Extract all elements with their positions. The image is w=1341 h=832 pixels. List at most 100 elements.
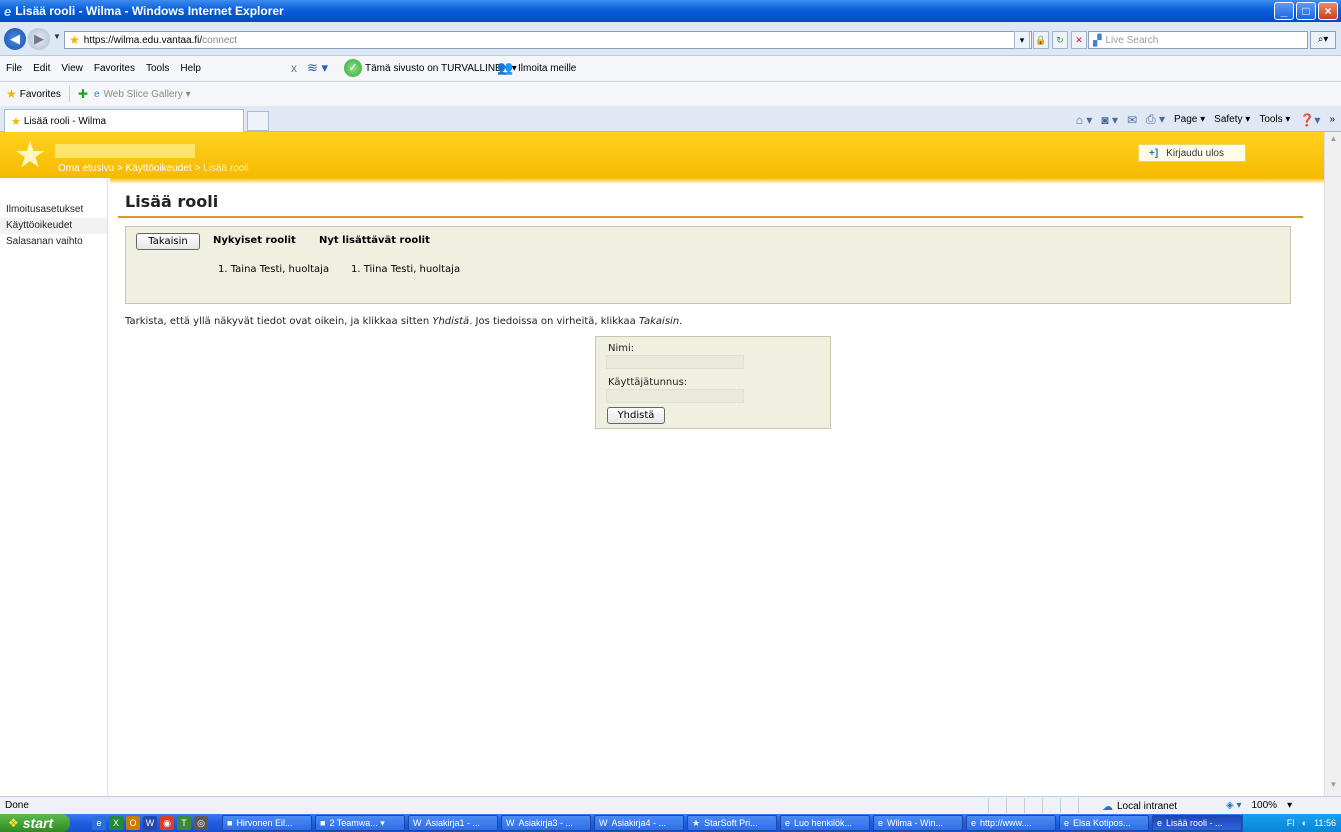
breadcrumb-home[interactable]: Oma etusivu: [58, 163, 114, 174]
taskbar-item[interactable]: e Wilma - Win...: [873, 815, 963, 831]
browser-quicklaunch-icon[interactable]: ◎: [194, 816, 208, 830]
ie-icon: e: [971, 818, 977, 828]
status-cell: [1024, 798, 1042, 813]
address-toolbar: ◀ ▶ ▼ ★ https://wilma.edu.vantaa.fi/conn…: [0, 22, 1341, 56]
stop-icon[interactable]: ✕: [1071, 31, 1087, 49]
new-roles-header: Nyt lisättävät roolit: [319, 235, 430, 246]
taskbar-item[interactable]: e http://www....: [966, 815, 1056, 831]
taskbar-item[interactable]: ■ 2 Teamwa... ▾: [315, 815, 405, 831]
favorites-button[interactable]: Favorites: [20, 89, 61, 100]
security-zone[interactable]: ☁ Local intranet: [1102, 800, 1177, 813]
zoom-dropdown-icon[interactable]: ▾: [1287, 800, 1292, 811]
address-input[interactable]: ★ https://wilma.edu.vantaa.fi/connect: [64, 31, 1032, 49]
outlook-quicklaunch-icon[interactable]: O: [126, 816, 140, 830]
logout-button[interactable]: +] Kirjaudu ulos: [1138, 144, 1246, 162]
search-icon[interactable]: ⌕▾: [1310, 31, 1336, 49]
menu-view[interactable]: View: [61, 63, 83, 74]
taskbar-item-label: Luo henkilök...: [794, 818, 853, 828]
status-cell: [1078, 798, 1096, 813]
back-arrow-icon[interactable]: ◀: [4, 28, 26, 50]
breadcrumb-separator-2: >: [194, 163, 201, 174]
forward-arrow-icon[interactable]: ▶: [28, 28, 50, 50]
safe-site-label[interactable]: Tämä sivusto on TURVALLINEN ▾: [365, 63, 517, 74]
chevron-more-icon[interactable]: »: [1329, 114, 1335, 125]
scroll-down-icon[interactable]: ▼: [1327, 780, 1340, 794]
menu-help[interactable]: Help: [180, 63, 201, 74]
favorites-separator: [68, 86, 70, 102]
app-quicklaunch-icon[interactable]: ◉: [160, 816, 174, 830]
taskbar-item-active[interactable]: e Lisää rooli - ...: [1152, 815, 1242, 831]
sidebar-item-access-rights[interactable]: Käyttöoikeudet: [0, 218, 107, 234]
report-link[interactable]: Ilmoita meille: [518, 63, 576, 74]
status-cell: [988, 798, 1006, 813]
zoom-control[interactable]: ◈ ▾ 100% ▾: [1226, 800, 1292, 811]
sidebar: Ilmoitusasetukset Käyttöoikeudet Salasan…: [0, 178, 108, 796]
quick-launch: e X O W ◉ T ◎: [92, 816, 208, 830]
taskbar-item[interactable]: W Asiakirja1 - ...: [408, 815, 498, 831]
logout-icon: +]: [1149, 147, 1159, 159]
toolbar-close-icon[interactable]: x: [291, 61, 297, 75]
excel-quicklaunch-icon[interactable]: X: [109, 816, 123, 830]
menu-favorites[interactable]: Favorites: [94, 63, 135, 74]
web-slice-gallery-link[interactable]: Web Slice Gallery ▾: [104, 89, 191, 100]
url-path: connect: [202, 34, 238, 46]
status-cell: [1060, 798, 1078, 813]
taskbar-item[interactable]: ★ StarSoft Pri...: [687, 815, 777, 831]
page-scrollbar[interactable]: ▲ ▼: [1324, 132, 1341, 796]
taskbar-item[interactable]: e Luo henkilök...: [780, 815, 870, 831]
home-icon[interactable]: ⌂ ▾: [1076, 113, 1093, 127]
taskbar-item[interactable]: ■ Hirvonen Eil...: [222, 815, 312, 831]
menu-tools[interactable]: Tools: [146, 63, 169, 74]
instruction-pre: Tarkista, että yllä näkyvät tiedot ovat …: [125, 316, 433, 327]
name-field[interactable]: [606, 355, 744, 369]
language-indicator[interactable]: FI: [1287, 818, 1295, 828]
join-button[interactable]: Yhdistä: [607, 407, 665, 424]
maximize-button[interactable]: □: [1296, 2, 1316, 20]
add-favorite-icon[interactable]: ✚: [78, 87, 88, 101]
tray-sound-icon[interactable]: ◐: [1302, 818, 1307, 828]
taskbar-item[interactable]: W Asiakirja3 - ...: [501, 815, 591, 831]
safety-menu[interactable]: Safety ▾: [1214, 114, 1250, 125]
refresh-icon[interactable]: ↻: [1052, 31, 1068, 49]
feeds-icon[interactable]: ◙ ▾: [1101, 113, 1118, 127]
sidebar-item-notification-settings[interactable]: Ilmoitusasetukset: [0, 202, 107, 218]
new-tab-button[interactable]: [247, 111, 269, 131]
back-button[interactable]: Takaisin: [136, 233, 200, 250]
scroll-up-icon[interactable]: ▲: [1327, 134, 1340, 148]
lock-icon[interactable]: 🔒: [1033, 31, 1049, 49]
network-icon[interactable]: ≋ ▾: [307, 60, 328, 76]
taskbar-item[interactable]: W Asiakirja4 - ...: [594, 815, 684, 831]
history-dropdown-icon[interactable]: ▼: [53, 32, 61, 41]
clock[interactable]: 11:56: [1314, 818, 1336, 828]
page-menu[interactable]: Page ▾: [1174, 114, 1205, 125]
minimize-button[interactable]: _: [1274, 2, 1294, 20]
status-cell: [1006, 798, 1024, 813]
task-list: ■ Hirvonen Eil... ■ 2 Teamwa... ▾ W Asiakir…: [222, 815, 1242, 831]
menu-edit[interactable]: Edit: [33, 63, 50, 74]
search-input[interactable]: ▞ Live Search: [1088, 31, 1308, 49]
taskbar-item[interactable]: e Elsa Kotipos...: [1059, 815, 1149, 831]
print-icon[interactable]: ⎙ ▾: [1146, 112, 1165, 127]
mail-icon[interactable]: ✉: [1127, 113, 1137, 127]
zone-label: Local intranet: [1117, 801, 1178, 812]
word-icon: W: [413, 818, 422, 828]
word-quicklaunch-icon[interactable]: W: [143, 816, 157, 830]
sidebar-item-password-change[interactable]: Salasanan vaihto: [0, 234, 107, 250]
help-icon[interactable]: ❓▾: [1299, 113, 1320, 127]
ie-quicklaunch-icon[interactable]: e: [92, 816, 106, 830]
teamwork-quicklaunch-icon[interactable]: T: [177, 816, 191, 830]
word-icon: W: [506, 818, 515, 828]
new-role-item: 1. Tiina Testi, huoltaja: [351, 264, 461, 275]
breadcrumb-section[interactable]: Käyttöoikeudet: [126, 163, 192, 174]
taskbar-item-label: http://www....: [980, 818, 1032, 828]
menu-file[interactable]: File: [6, 63, 22, 74]
tab-lisaa-rooli[interactable]: ★ Lisää rooli - Wilma: [4, 109, 244, 132]
username-field[interactable]: [606, 389, 744, 403]
window-title-bar: e Lisää rooli - Wilma - Windows Internet…: [0, 0, 1341, 22]
user-name-placeholder: [55, 144, 195, 158]
taskbar-item-label: Wilma - Win...: [887, 818, 944, 828]
close-button[interactable]: ×: [1318, 2, 1338, 20]
tools-menu[interactable]: Tools ▾: [1259, 114, 1290, 125]
start-button[interactable]: ❖ start: [0, 814, 70, 832]
address-dropdown-icon[interactable]: ▾: [1014, 31, 1030, 49]
